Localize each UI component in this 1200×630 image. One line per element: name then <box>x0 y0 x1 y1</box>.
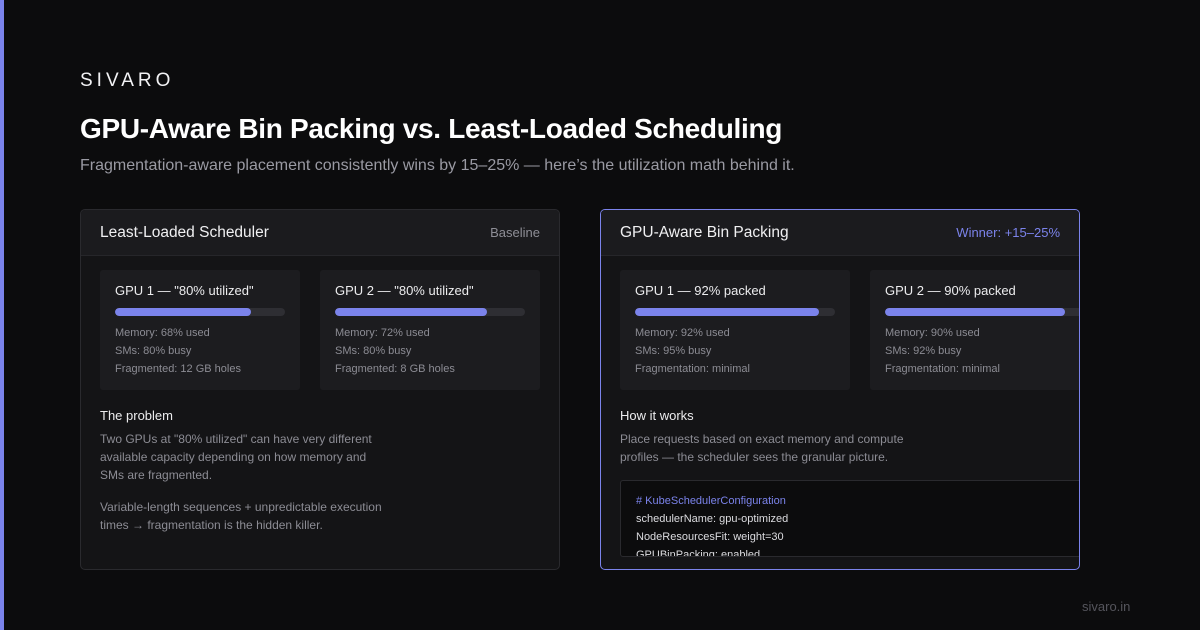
fragmentation-stat: Fragmentation: minimal <box>885 363 1000 375</box>
sm-stat: SMs: 80% busy <box>115 345 192 357</box>
problem-paragraph: Variable-length sequences + unpredictabl… <box>100 498 382 534</box>
memory-stat: Memory: 90% used <box>885 327 980 339</box>
code-line: NodeResourcesFit: weight=30 <box>636 531 784 543</box>
memory-stat: Memory: 92% used <box>635 327 730 339</box>
brand-logo: SIVARO <box>80 70 175 91</box>
gpu-panel: GPU 2 — 90% packed Memory: 90% used SMs:… <box>870 270 1079 390</box>
accent-bar <box>0 0 4 630</box>
gpu-name: GPU 2 — 90% packed <box>885 283 1016 298</box>
utilization-bar-fill <box>115 308 251 316</box>
card-header: GPU-Aware Bin Packing Winner: +15–25% <box>601 210 1079 256</box>
card-header: Least-Loaded Scheduler Baseline <box>81 210 559 256</box>
fragmentation-stat: Fragmented: 12 GB holes <box>115 363 241 375</box>
sm-stat: SMs: 92% busy <box>885 345 962 357</box>
footer-url: sivaro.in <box>1082 599 1131 614</box>
how-it-works-paragraph: Place requests based on exact memory and… <box>620 430 904 466</box>
paragraph-line: Place requests based on exact memory and… <box>620 432 904 446</box>
code-comment: # KubeSchedulerConfiguration <box>636 495 786 507</box>
gpu-panel: GPU 1 — "80% utilized" Memory: 68% used … <box>100 270 300 390</box>
utilization-bar-fill <box>885 308 1065 316</box>
paragraph-line: Variable-length sequences + unpredictabl… <box>100 500 382 514</box>
utilization-bar <box>885 308 1079 316</box>
page-subtitle: Fragmentation-aware placement consistent… <box>80 157 795 174</box>
paragraph-line: Two GPUs at "80% utilized" can have very… <box>100 432 372 446</box>
gpu-panel: GPU 2 — "80% utilized" Memory: 72% used … <box>320 270 540 390</box>
fragmentation-stat: Fragmentation: minimal <box>635 363 750 375</box>
fragmentation-stat: Fragmented: 8 GB holes <box>335 363 455 375</box>
sm-stat: SMs: 80% busy <box>335 345 412 357</box>
bin-packing-card: GPU-Aware Bin Packing Winner: +15–25% GP… <box>600 209 1080 570</box>
paragraph-line: SMs are fragmented. <box>100 468 213 482</box>
code-line: schedulerName: gpu-optimized <box>636 513 789 525</box>
code-line: GPUBinPacking: enabled <box>636 549 761 557</box>
paragraph-line: profiles — the scheduler sees the granul… <box>620 450 889 464</box>
paragraph-line: available capacity depending on how memo… <box>100 450 367 464</box>
winner-badge: Winner: +15–25% <box>956 225 1060 240</box>
memory-stat: Memory: 72% used <box>335 327 430 339</box>
card-title: GPU-Aware Bin Packing <box>620 223 789 241</box>
gpu-name: GPU 1 — 92% packed <box>635 283 766 298</box>
utilization-bar-fill <box>635 308 819 316</box>
page-title: GPU-Aware Bin Packing vs. Least-Loaded S… <box>80 113 783 144</box>
utilization-bar <box>635 308 835 316</box>
gpu-name: GPU 2 — "80% utilized" <box>335 283 474 298</box>
problem-paragraph: Two GPUs at "80% utilized" can have very… <box>100 430 372 484</box>
utilization-bar-fill <box>335 308 487 316</box>
gpu-panel: GPU 1 — 92% packed Memory: 92% used SMs:… <box>620 270 850 390</box>
card-title: Least-Loaded Scheduler <box>100 223 269 241</box>
section-heading: The problem <box>100 408 173 423</box>
memory-stat: Memory: 68% used <box>115 327 210 339</box>
gpu-name: GPU 1 — "80% utilized" <box>115 283 254 298</box>
utilization-bar <box>115 308 285 316</box>
sm-stat: SMs: 95% busy <box>635 345 712 357</box>
paragraph-line: times → fragmentation is the hidden kill… <box>100 518 323 532</box>
baseline-badge: Baseline <box>490 225 540 240</box>
code-block: # KubeSchedulerConfiguration schedulerNa… <box>620 480 1079 557</box>
least-loaded-card: Least-Loaded Scheduler Baseline GPU 1 — … <box>80 209 560 570</box>
section-heading: How it works <box>620 408 694 423</box>
utilization-bar <box>335 308 525 316</box>
